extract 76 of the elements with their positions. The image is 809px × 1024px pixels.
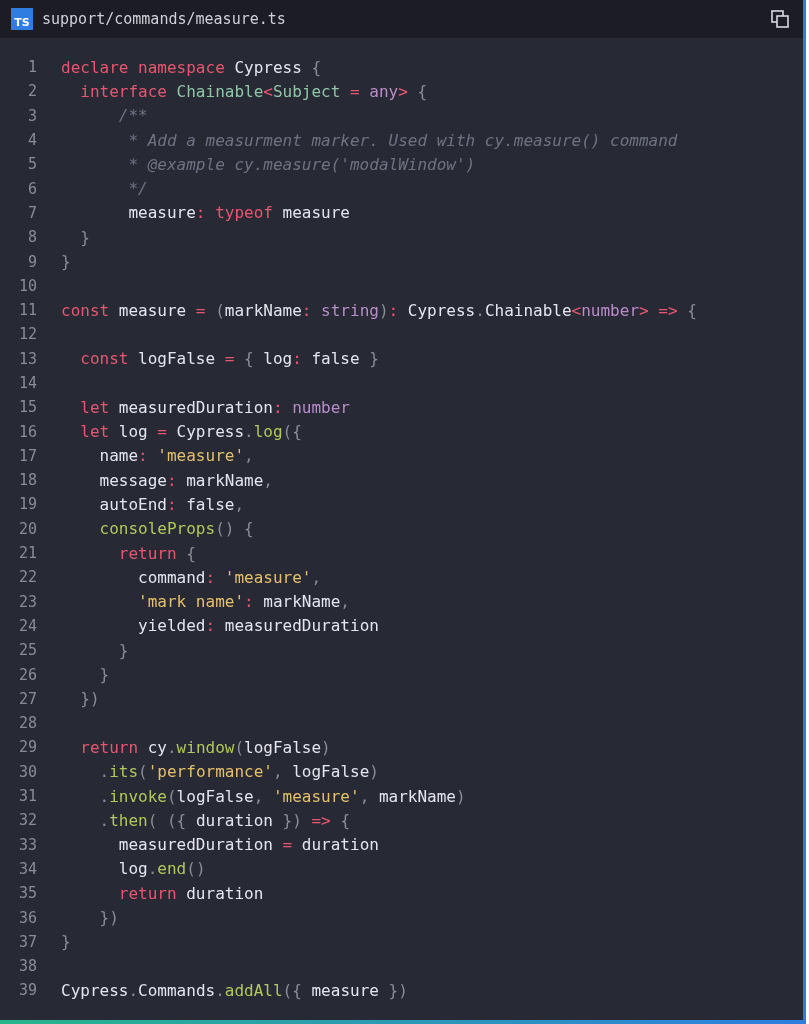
line-number: 25 bbox=[17, 641, 37, 660]
line-number: 23 bbox=[17, 592, 37, 611]
line-number: 5 bbox=[26, 155, 37, 174]
line-number: 28 bbox=[17, 714, 37, 733]
code-line: */ bbox=[127, 179, 148, 199]
line-number: 34 bbox=[17, 859, 37, 878]
line-number: 20 bbox=[17, 519, 37, 538]
line-number: 4 bbox=[26, 131, 37, 150]
code-line: .its('performance', logFalse) bbox=[98, 762, 379, 782]
code-line: 'mark name': markName, bbox=[137, 592, 350, 612]
line-number: 14 bbox=[17, 374, 37, 392]
code-line: name: 'measure', bbox=[98, 446, 254, 466]
copy-icon[interactable] bbox=[771, 10, 789, 28]
line-number: 3 bbox=[26, 106, 37, 125]
code-line: return duration bbox=[117, 883, 264, 903]
line-number: 7 bbox=[26, 203, 37, 222]
code-line: autoEnd: false, bbox=[98, 495, 245, 514]
line-number: 11 bbox=[17, 301, 37, 320]
line-number: 19 bbox=[17, 495, 37, 514]
code-line: .invoke(logFalse, 'measure', markName) bbox=[98, 786, 466, 806]
code-line: let measuredDuration: number bbox=[79, 397, 350, 417]
line-number: 36 bbox=[17, 908, 37, 927]
code-line: log.end() bbox=[117, 859, 206, 879]
line-number: 39 bbox=[17, 981, 37, 1000]
code-line: }) bbox=[79, 689, 100, 709]
code-line: command: 'measure', bbox=[137, 567, 322, 587]
code-line: Cypress.Commands.addAll({ measure }) bbox=[61, 980, 408, 1000]
line-number: 32 bbox=[17, 811, 37, 830]
line-number: 16 bbox=[17, 422, 37, 441]
line-number: 31 bbox=[17, 787, 37, 806]
line-number: 9 bbox=[26, 252, 37, 271]
code-line: /** bbox=[117, 106, 148, 126]
line-number: 27 bbox=[17, 689, 37, 708]
code-line: return { bbox=[117, 543, 196, 563]
code-line: measuredDuration = duration bbox=[117, 835, 379, 855]
file-path: support/commands/measure.ts bbox=[42, 10, 287, 28]
code-line: const logFalse = { log: false } bbox=[79, 349, 379, 369]
code-line: let log = Cypress.log({ bbox=[79, 422, 302, 442]
code-line: declare namespace Cypress { bbox=[61, 57, 322, 77]
line-number: 26 bbox=[17, 665, 37, 684]
line-number: 30 bbox=[17, 762, 37, 781]
code-line: yielded: measuredDuration bbox=[137, 616, 379, 636]
typescript-badge: TS bbox=[11, 8, 33, 30]
line-number: 21 bbox=[17, 544, 37, 563]
code-line: const measure = (markName: string): Cypress.Chainable<number> => { bbox=[61, 300, 697, 320]
line-number: 24 bbox=[17, 616, 37, 635]
line-number: 8 bbox=[26, 228, 37, 247]
line-number: 22 bbox=[17, 568, 37, 587]
code-line: } bbox=[79, 227, 90, 247]
line-number: 6 bbox=[26, 179, 37, 198]
line-number: 2 bbox=[26, 82, 37, 101]
code-line: message: markName, bbox=[98, 470, 273, 490]
line-number: 35 bbox=[17, 884, 37, 903]
line-number: 17 bbox=[17, 446, 37, 465]
code-line: } bbox=[117, 640, 129, 660]
code-line: return cy.window(logFalse) bbox=[79, 737, 331, 757]
line-number: 38 bbox=[17, 957, 37, 976]
line-number: 18 bbox=[17, 471, 37, 490]
line-number: 1 bbox=[26, 58, 37, 77]
line-number: 13 bbox=[17, 349, 37, 368]
line-number: 15 bbox=[17, 398, 37, 417]
code-line: } bbox=[61, 252, 71, 271]
code-line: .then( ({ duration }) => { bbox=[98, 810, 351, 830]
code-line: } bbox=[61, 932, 71, 952]
code-line: }) bbox=[98, 908, 119, 928]
line-number: 10 bbox=[17, 276, 37, 295]
line-number: 12 bbox=[17, 325, 37, 344]
code-line: * Add a measurment marker. Used with cy.measure() command bbox=[127, 130, 678, 150]
code-line: interface Chainable<Subject = any> { bbox=[79, 81, 428, 101]
code-line: * @example cy.measure('modalWindow') bbox=[127, 154, 476, 174]
line-number: 33 bbox=[17, 835, 37, 854]
code-line: } bbox=[98, 665, 110, 685]
code-line: measure: typeof measure bbox=[127, 203, 350, 223]
line-number: 37 bbox=[17, 932, 37, 951]
code-line: consoleProps() { bbox=[98, 519, 254, 539]
line-number: 29 bbox=[17, 738, 37, 757]
